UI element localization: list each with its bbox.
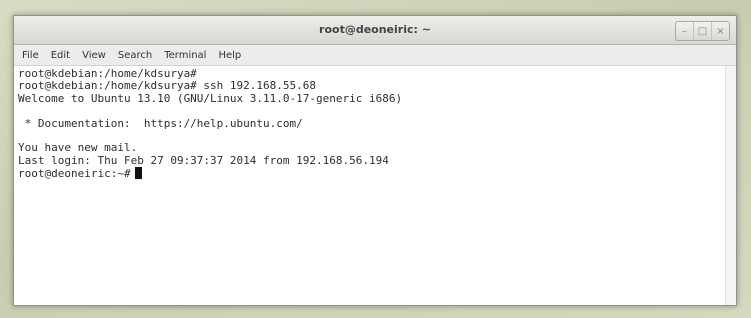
window-controls: – □ × xyxy=(675,21,730,41)
window-title: root@deoneiric: ~ xyxy=(319,23,431,36)
terminal-line: root@kdebian:/home/kdsurya# ssh 192.168.… xyxy=(18,79,317,93)
title-bar[interactable]: root@deoneiric: ~ – □ × xyxy=(14,16,736,45)
terminal-prompt: root@deoneiric:~# xyxy=(18,167,131,181)
menu-help[interactable]: Help xyxy=(212,50,247,61)
terminal-line: Last login: Thu Feb 27 09:37:37 2014 fro… xyxy=(18,153,389,167)
terminal-line: You have new mail. xyxy=(18,141,138,155)
menu-bar: File Edit View Search Terminal Help xyxy=(14,45,736,66)
menu-terminal[interactable]: Terminal xyxy=(158,50,212,61)
menu-search[interactable]: Search xyxy=(112,50,158,61)
terminal-line: * Documentation: https://help.ubuntu.com… xyxy=(18,116,303,130)
close-icon[interactable]: × xyxy=(711,22,729,40)
minimize-icon[interactable]: – xyxy=(676,22,693,40)
text-cursor xyxy=(134,167,142,180)
menu-edit[interactable]: Edit xyxy=(45,50,76,61)
terminal-output[interactable]: root@kdebian:/home/kdsurya# root@kdebian… xyxy=(14,66,726,305)
terminal-prompt-line: root@deoneiric:~# xyxy=(18,167,722,181)
scrollbar[interactable] xyxy=(725,66,736,305)
menu-view[interactable]: View xyxy=(76,50,112,61)
terminal-line: Welcome to Ubuntu 13.10 (GNU/Linux 3.11.… xyxy=(18,91,403,105)
maximize-icon[interactable]: □ xyxy=(693,22,711,40)
terminal-window: root@deoneiric: ~ – □ × File Edit View S… xyxy=(13,15,737,306)
menu-file[interactable]: File xyxy=(14,50,45,61)
